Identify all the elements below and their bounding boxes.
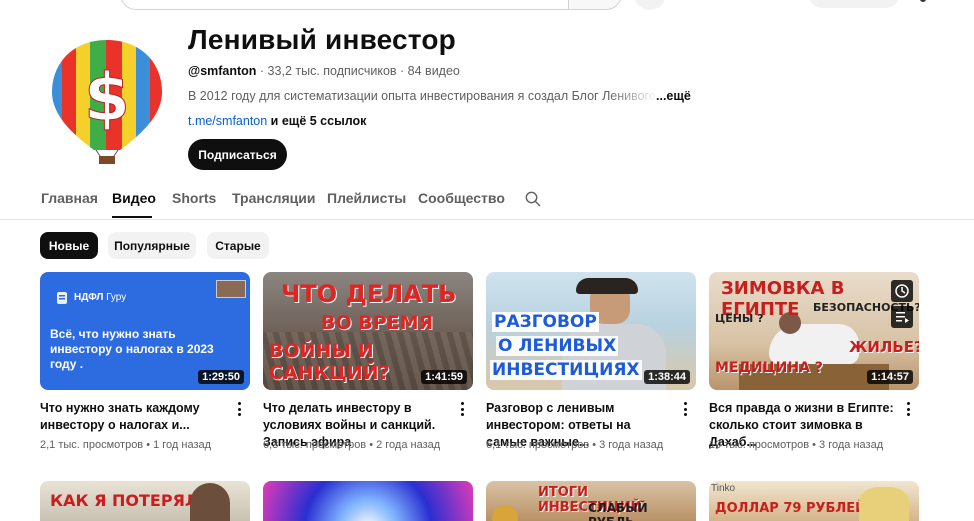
description-more-button[interactable]: ...ещё xyxy=(656,89,691,103)
video-thumbnail-next[interactable]: ИТОГИ ИНВЕСТИЦИЙ СЛАБЫЙ РУБЛЬ xyxy=(486,481,696,521)
thumbnail-text-line4: ЖИЛЬЕ? xyxy=(849,338,919,356)
more-options-icon[interactable] xyxy=(684,402,688,416)
video-thumbnail[interactable]: РАЗГОВОР О ЛЕНИВЫХ ИНВЕСТИЦИЯХ 1:38:44 xyxy=(486,272,696,390)
channel-description-text: В 2012 году для систематизации опыта инв… xyxy=(188,89,656,103)
subscribe-button[interactable]: Подписаться xyxy=(188,139,287,170)
channel-links: t.me/smfanton и ещё 5 ссылок xyxy=(188,114,366,128)
video-thumbnail[interactable]: ЗИМОВКА В ЕГИПТЕ БЕЗОПАСНОСТЬ? ЦЕНЫ ? ЖИ… xyxy=(709,272,919,390)
search-icon[interactable] xyxy=(525,191,541,207)
video-thumbnail-next[interactable]: ДОЛЛАР 79 РУБЛЕЙ Tinko xyxy=(709,481,919,521)
tab-community[interactable]: Сообщество xyxy=(418,190,505,206)
more-options-icon[interactable] xyxy=(238,402,242,416)
voice-search-button[interactable] xyxy=(634,0,666,10)
telegram-link[interactable]: t.me/smfanton xyxy=(188,114,267,128)
search-button[interactable] xyxy=(568,0,622,10)
video-duration: 1:38:44 xyxy=(644,370,690,384)
chip-popular[interactable]: Популярные xyxy=(108,232,196,259)
video-meta: 2,1 тыс. просмотров • 1 год назад xyxy=(40,439,212,451)
tab-home[interactable]: Главная xyxy=(41,190,98,206)
video-meta: 6,3 тыс. просмотров • 2 года назад xyxy=(263,439,441,451)
channel-name: Ленивый инвестор xyxy=(188,24,456,55)
thumbnail-text: КАК Я ПОТЕРЯЛ xyxy=(50,491,199,510)
watch-later-icon[interactable] xyxy=(891,280,913,302)
video-card[interactable]: НДФЛ Гуру Всё, что нужно знать инвестору… xyxy=(40,272,250,451)
tab-videos[interactable]: Видео xyxy=(112,190,156,206)
coin-icon xyxy=(492,505,518,521)
top-bar xyxy=(0,0,974,10)
svg-text:$: $ xyxy=(84,59,130,136)
thumbnail-brand: Tinko xyxy=(711,483,736,494)
active-tab-indicator xyxy=(112,216,152,218)
add-to-queue-icon[interactable] xyxy=(891,306,913,328)
channel-tabs: Главная Видео Shorts Трансляции Плейлист… xyxy=(0,186,974,220)
thumbnail-text-line3: ЦЕНЫ ? xyxy=(715,312,764,325)
tab-live[interactable]: Трансляции xyxy=(232,190,315,206)
video-card[interactable]: РАЗГОВОР О ЛЕНИВЫХ ИНВЕСТИЦИЯХ 1:38:44 Р… xyxy=(486,272,696,451)
person-head xyxy=(859,487,909,521)
video-meta: 6,1 тыс. просмотров • 3 года назад xyxy=(486,439,664,451)
more-links-button[interactable]: и ещё 5 ссылок xyxy=(267,114,367,128)
video-meta: 10 тыс. просмотров • 3 года назад xyxy=(709,439,884,451)
person-hair xyxy=(576,278,638,294)
channel-stats: · 33,2 тыс. подписчиков · 84 видео xyxy=(256,64,460,78)
video-duration: 1:41:59 xyxy=(421,370,467,384)
notifications-bell-icon[interactable] xyxy=(920,0,926,2)
video-duration: 1:14:57 xyxy=(867,370,913,384)
tab-shorts[interactable]: Shorts xyxy=(172,190,216,206)
logo-icon xyxy=(57,292,67,304)
thumbnail-text-line2: О ЛЕНИВЫХ xyxy=(496,336,619,356)
video-card[interactable]: ЧТО ДЕЛАТЬ ВО ВРЕМЯ ВОЙНЫ И САНКЦИЙ? 1:4… xyxy=(263,272,473,451)
video-thumbnail-next[interactable] xyxy=(263,481,473,521)
video-title[interactable]: Что нужно знать каждому инвестору о нало… xyxy=(40,400,226,434)
more-options-icon[interactable] xyxy=(461,402,465,416)
thumbnail-text-line2: ВО ВРЕМЯ xyxy=(321,312,434,334)
search-input[interactable] xyxy=(120,0,569,10)
tab-playlists[interactable]: Плейлисты xyxy=(327,190,406,206)
video-thumbnail[interactable]: НДФЛ Гуру Всё, что нужно знать инвестору… xyxy=(40,272,250,390)
more-options-icon[interactable] xyxy=(907,402,911,416)
video-card[interactable]: ЗИМОВКА В ЕГИПТЕ БЕЗОПАСНОСТЬ? ЦЕНЫ ? ЖИ… xyxy=(709,272,919,451)
channel-avatar[interactable]: $ xyxy=(44,34,170,166)
channel-description[interactable]: В 2012 году для систематизации опыта инв… xyxy=(188,89,658,103)
thumbnail-webcam xyxy=(216,280,246,298)
thumbnail-text: ДОЛЛАР 79 РУБЛЕЙ xyxy=(715,501,866,516)
thumbnail-text: Всё, что нужно знать инвестору о налогах… xyxy=(50,327,214,371)
create-button[interactable] xyxy=(808,0,900,8)
chip-oldest[interactable]: Старые xyxy=(207,232,269,259)
thumbnail-brand: НДФЛ Гуру xyxy=(74,292,127,303)
thumbnail-text-line1: РАЗГОВОР xyxy=(492,312,599,332)
thumbnail-text-line5: МЕДИЦИНА ? xyxy=(715,360,823,376)
video-duration: 1:29:50 xyxy=(198,370,244,384)
person-head xyxy=(190,483,230,521)
video-thumbnail[interactable]: ЧТО ДЕЛАТЬ ВО ВРЕМЯ ВОЙНЫ И САНКЦИЙ? 1:4… xyxy=(263,272,473,390)
video-thumbnail-next[interactable]: КАК Я ПОТЕРЯЛ xyxy=(40,481,250,521)
channel-handle: @smfanton xyxy=(188,64,257,78)
chip-newest[interactable]: Новые xyxy=(40,232,98,259)
thumbnail-text-line3: ИНВЕСТИЦИЯХ xyxy=(490,360,642,380)
thumbnail-text-line1: ЧТО ДЕЛАТЬ xyxy=(281,280,457,308)
thumbnail-text-2: СЛАБЫЙ РУБЛЬ xyxy=(588,501,648,521)
channel-meta: @smfanton · 33,2 тыс. подписчиков · 84 в… xyxy=(188,64,460,78)
